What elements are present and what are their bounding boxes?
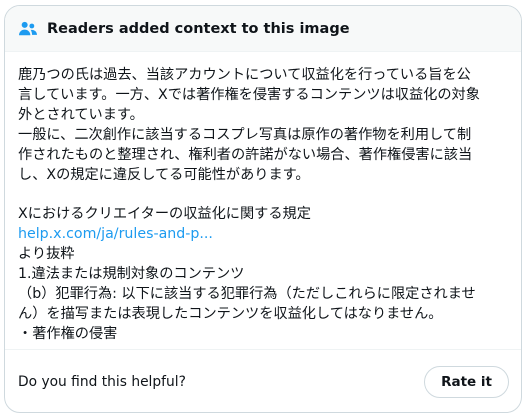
source-title: Xにおけるクリエイターの収益化に関する規定	[18, 206, 311, 223]
people-icon-graphic	[19, 21, 37, 35]
source-link[interactable]: help.x.com/ja/rules-and-p...	[18, 225, 509, 245]
people-icon	[17, 18, 39, 40]
note-text-line: 外とされています。	[18, 106, 144, 123]
note-header-title: Readers added context to this image	[47, 20, 350, 37]
excerpt-line: ・著作権の侵害	[18, 325, 118, 342]
rate-it-button[interactable]: Rate it	[424, 366, 509, 398]
note-body: 鹿乃つの氏は過去、当該アカウントについて収益化を行っている旨を公 言しています。…	[5, 52, 521, 345]
note-text-line: 鹿乃つの氏は過去、当該アカウントについて収益化を行っている旨を公	[18, 67, 471, 83]
helpful-question: Do you find this helpful?	[18, 374, 186, 390]
note-text-line: 一般に、二次創作に該当するコスプレ写真は原作の著作物を利用して制	[18, 126, 472, 143]
excerpt-line: （b）犯罪行為: 以下に該当する犯罪行為（ただしこれらに限定されませ	[18, 285, 476, 302]
note-text-line: 言しています。一方、Xでは著作権を侵害するコンテンツは収益化の対象	[18, 86, 480, 103]
excerpt-line: ん）を描写または表現したコンテンツを収益化してはなりません。	[18, 305, 443, 322]
excerpt-line: 1.違法または規制対象のコンテンツ	[18, 266, 245, 283]
note-text-line: し、Xの規定に違反してる可能性があります。	[18, 166, 310, 183]
note-header: Readers added context to this image	[5, 6, 521, 52]
note-text-line: 作されたものと整理され、権利者の許諾がない場合、著作権侵害に該当	[18, 146, 473, 163]
community-note-card: Readers added context to this image 鹿乃つの…	[4, 5, 522, 413]
excerpt-line: より抜粋	[18, 246, 75, 263]
note-footer: Do you find this helpful? Rate it	[5, 350, 521, 412]
